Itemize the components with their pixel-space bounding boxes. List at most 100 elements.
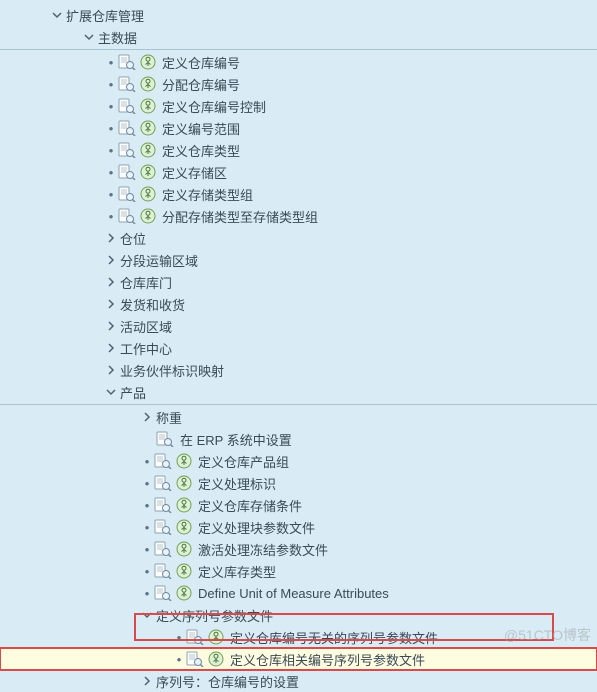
tree-row[interactable]: 序列号：仓库编号的设置: [0, 670, 597, 692]
chevron-right-icon[interactable]: [104, 297, 118, 311]
chevron-right-icon[interactable]: [104, 363, 118, 377]
tree-item-label: 分配存储类型至存储类型组: [162, 207, 318, 226]
document-icon[interactable]: [186, 629, 204, 645]
tree-item-label: 激活处理冻结参数文件: [198, 540, 328, 559]
document-icon[interactable]: [154, 453, 172, 469]
tree-row[interactable]: 扩展仓库管理: [0, 4, 597, 26]
tree-root: 扩展仓库管理主数据•定义仓库编号•分配仓库编号•定义仓库编号控制•定义编号范围•…: [0, 0, 597, 692]
tree-item-label: 定义存储类型组: [162, 185, 253, 204]
tree-row[interactable]: •定义仓库编号控制: [0, 95, 597, 117]
execute-icon[interactable]: [176, 563, 192, 579]
tree-row[interactable]: 仓库库门: [0, 271, 597, 293]
tree-row[interactable]: 产品: [0, 381, 597, 403]
bullet-icon: •: [140, 498, 154, 512]
tree-row[interactable]: 主数据: [0, 26, 597, 48]
chevron-right-icon[interactable]: [140, 674, 154, 688]
chevron-down-icon[interactable]: [140, 608, 154, 622]
execute-icon[interactable]: [208, 629, 224, 645]
execute-icon[interactable]: [176, 541, 192, 557]
tree-row[interactable]: 工作中心: [0, 337, 597, 359]
document-icon[interactable]: [118, 164, 136, 180]
tree-row[interactable]: • 定义存储区: [0, 161, 597, 183]
document-icon[interactable]: [154, 475, 172, 491]
tree-item-label: 定义仓库编号无关的序列号参数文件: [230, 628, 438, 647]
bullet-icon: •: [140, 476, 154, 490]
tree-row[interactable]: 在 ERP 系统中设置: [0, 428, 597, 450]
chevron-right-icon[interactable]: [104, 275, 118, 289]
tree-row[interactable]: •定义仓库产品组: [0, 450, 597, 472]
chevron-right-icon[interactable]: [104, 341, 118, 355]
tree-item-label: 仓库库门: [120, 273, 172, 292]
document-icon[interactable]: [118, 54, 136, 70]
tree-row[interactable]: •定义处理块参数文件: [0, 516, 597, 538]
chevron-right-icon[interactable]: [104, 231, 118, 245]
execute-icon[interactable]: [140, 186, 156, 202]
chevron-down-icon[interactable]: [50, 8, 64, 22]
tree-row[interactable]: • 分配存储类型至存储类型组: [0, 205, 597, 227]
tree-item-label: 定义存储区: [162, 163, 227, 182]
tree-row[interactable]: •激活处理冻结参数文件: [0, 538, 597, 560]
tree-row[interactable]: 业务伙伴标识映射: [0, 359, 597, 381]
tree-row[interactable]: •定义仓库类型: [0, 139, 597, 161]
tree-row[interactable]: 定义序列号参数文件: [0, 604, 597, 626]
tree-item-label: 工作中心: [120, 339, 172, 358]
execute-icon[interactable]: [208, 651, 224, 667]
execute-icon[interactable]: [140, 98, 156, 114]
execute-icon[interactable]: [176, 519, 192, 535]
chevron-down-icon[interactable]: [104, 385, 118, 399]
tree-row[interactable]: 活动区域: [0, 315, 597, 337]
document-icon[interactable]: [118, 186, 136, 202]
tree-item-label: 定义仓库编号: [162, 53, 240, 72]
tree-row[interactable]: 仓位: [0, 227, 597, 249]
bullet-icon: •: [104, 143, 118, 157]
document-icon[interactable]: [154, 563, 172, 579]
tree-row[interactable]: • 定义仓库编号: [0, 51, 597, 73]
tree-row[interactable]: •定义编号范围: [0, 117, 597, 139]
tree-row[interactable]: •定义仓库相关编号序列号参数文件: [0, 648, 597, 670]
chevron-right-icon[interactable]: [104, 253, 118, 267]
document-icon[interactable]: [154, 519, 172, 535]
execute-icon[interactable]: [176, 497, 192, 513]
execute-icon[interactable]: [140, 142, 156, 158]
tree-row[interactable]: 称重: [0, 406, 597, 428]
document-icon[interactable]: [118, 142, 136, 158]
document-icon[interactable]: [118, 98, 136, 114]
document-icon[interactable]: [186, 651, 204, 667]
execute-icon[interactable]: [140, 76, 156, 92]
execute-icon[interactable]: [176, 585, 192, 601]
execute-icon[interactable]: [140, 208, 156, 224]
document-icon[interactable]: [156, 431, 174, 447]
bullet-icon: •: [104, 121, 118, 135]
document-icon[interactable]: [154, 585, 172, 601]
document-icon[interactable]: [118, 76, 136, 92]
chevron-down-icon[interactable]: [82, 30, 96, 44]
tree-row[interactable]: •定义处理标识: [0, 472, 597, 494]
execute-icon[interactable]: [176, 453, 192, 469]
chevron-right-icon[interactable]: [104, 319, 118, 333]
tree-row[interactable]: •定义库存类型: [0, 560, 597, 582]
execute-icon[interactable]: [140, 54, 156, 70]
execute-icon[interactable]: [176, 475, 192, 491]
bullet-icon: •: [104, 165, 118, 179]
tree-item-label: Define Unit of Measure Attributes: [198, 586, 389, 601]
tree-row[interactable]: •分配仓库编号: [0, 73, 597, 95]
bullet-icon: •: [104, 77, 118, 91]
document-icon[interactable]: [118, 120, 136, 136]
document-icon[interactable]: [154, 497, 172, 513]
tree-row[interactable]: 分段运输区域: [0, 249, 597, 271]
bullet-icon: •: [104, 209, 118, 223]
bullet-icon: •: [140, 564, 154, 578]
bullet-icon: •: [104, 55, 118, 69]
execute-icon[interactable]: [140, 164, 156, 180]
tree-item-label: 定义处理块参数文件: [198, 518, 315, 537]
tree-row[interactable]: 发货和收货: [0, 293, 597, 315]
tree-row[interactable]: •Define Unit of Measure Attributes: [0, 582, 597, 604]
tree-row[interactable]: •定义仓库存储条件: [0, 494, 597, 516]
chevron-right-icon[interactable]: [140, 410, 154, 424]
document-icon[interactable]: [154, 541, 172, 557]
bullet-icon: •: [172, 630, 186, 644]
document-icon[interactable]: [118, 208, 136, 224]
tree-row[interactable]: • 定义仓库编号无关的序列号参数文件: [0, 626, 597, 648]
tree-row[interactable]: •定义存储类型组: [0, 183, 597, 205]
execute-icon[interactable]: [140, 120, 156, 136]
